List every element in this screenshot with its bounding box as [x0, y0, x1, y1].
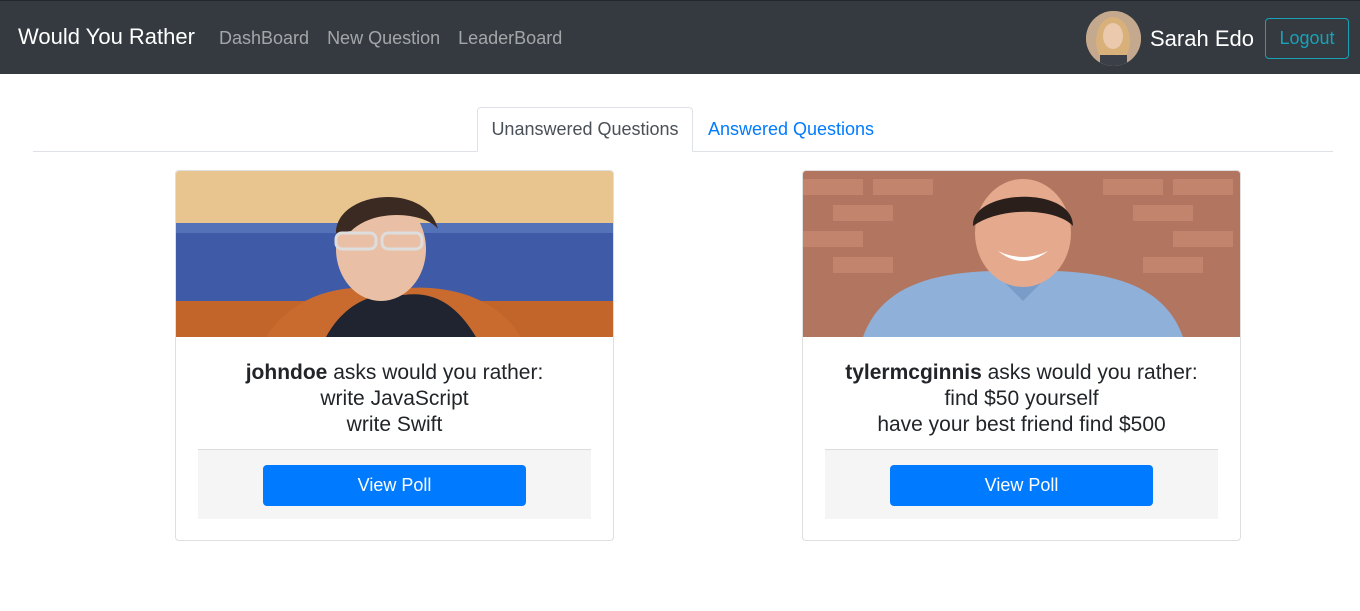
option-two: have your best friend find $500: [877, 413, 1166, 436]
question-prompt: asks would you rather:: [981, 361, 1198, 384]
question-text: tylermcginnis asks would you rather: fin…: [803, 360, 1240, 438]
nav-link-new-question[interactable]: New Question: [327, 28, 440, 49]
view-poll-button[interactable]: View Poll: [263, 465, 526, 506]
user-avatar: [1086, 11, 1141, 66]
logout-button[interactable]: Logout: [1265, 18, 1349, 59]
nav-link-leaderboard[interactable]: LeaderBoard: [458, 28, 562, 49]
nav-link-dashboard[interactable]: DashBoard: [219, 28, 309, 49]
question-author: johndoe: [245, 361, 328, 384]
card-footer: View Poll: [825, 449, 1218, 519]
user-name: Sarah Edo: [1150, 26, 1254, 51]
question-heading: johndoe asks would you rather:: [176, 360, 613, 386]
nav-links: DashBoard New Question LeaderBoard: [219, 28, 562, 49]
option-one: find $50 yourself: [944, 387, 1099, 410]
option-two: write Swift: [346, 413, 443, 436]
card-footer: View Poll: [198, 449, 591, 519]
top-navbar: Would You Rather DashBoard New Question …: [0, 0, 1360, 74]
tab-answered-questions[interactable]: Answered Questions: [693, 107, 889, 152]
app-brand[interactable]: Would You Rather: [18, 24, 195, 50]
author-photo: [803, 171, 1240, 337]
tab-unanswered-questions[interactable]: Unanswered Questions: [477, 107, 693, 152]
question-prompt: asks would you rather:: [327, 361, 544, 384]
question-card: tylermcginnis asks would you rather: fin…: [802, 170, 1241, 541]
question-card: johndoe asks would you rather: write Jav…: [175, 170, 614, 541]
option-one: write JavaScript: [320, 387, 469, 410]
question-author: tylermcginnis: [845, 361, 982, 384]
author-photo: [176, 171, 613, 337]
question-text: johndoe asks would you rather: write Jav…: [176, 360, 613, 438]
view-poll-button[interactable]: View Poll: [890, 465, 1153, 506]
question-heading: tylermcginnis asks would you rather:: [803, 360, 1240, 386]
